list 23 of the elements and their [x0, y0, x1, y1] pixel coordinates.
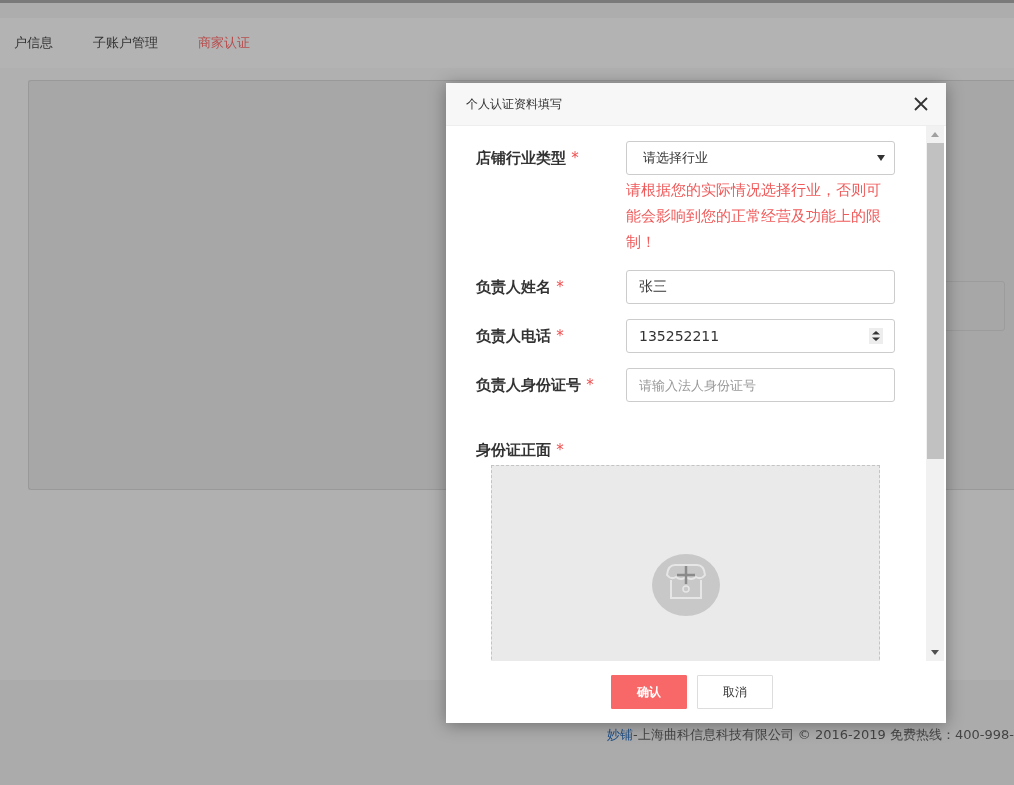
field-label: 负责人身份证号 * — [476, 375, 595, 396]
close-icon[interactable] — [914, 97, 928, 111]
scrollbar[interactable] — [926, 126, 944, 661]
shop-plus-icon — [650, 553, 721, 617]
dialog-title: 个人认证资料填写 — [466, 95, 562, 113]
field-label: 身份证正面 * — [476, 440, 565, 459]
warning-text: 请根据您的实际情况选择行业，否则可能会影响到您的正常经营及功能上的限制！ — [626, 180, 882, 253]
tab[interactable]: 户信息 — [14, 34, 53, 52]
input-field[interactable]: 请输入法人身份证号 — [626, 368, 895, 402]
input-field[interactable]: 张三 — [626, 270, 895, 304]
field-label: 负责人电话 * — [476, 326, 565, 347]
spinner-icon[interactable] — [869, 328, 883, 344]
field-label: 店铺行业类型 * — [476, 148, 580, 169]
cancel-button[interactable]: 取消 — [697, 675, 773, 709]
industry-select[interactable]: 请选择行业 — [626, 141, 895, 175]
brand-link[interactable]: 妙铺 — [607, 727, 634, 742]
caret-icon — [877, 155, 885, 161]
field-label: 负责人姓名 * — [476, 277, 565, 298]
select-placeholder: 请选择行业 — [643, 149, 708, 167]
copyright-text: 妙铺-上海曲科信息科技有限公司 © 2016-2019 免费热线：400-998- — [607, 726, 1014, 744]
scroll-down-icon[interactable] — [931, 650, 939, 655]
input-field[interactable]: 135252211 — [626, 319, 895, 353]
tab[interactable]: 子账户管理 — [93, 34, 158, 52]
